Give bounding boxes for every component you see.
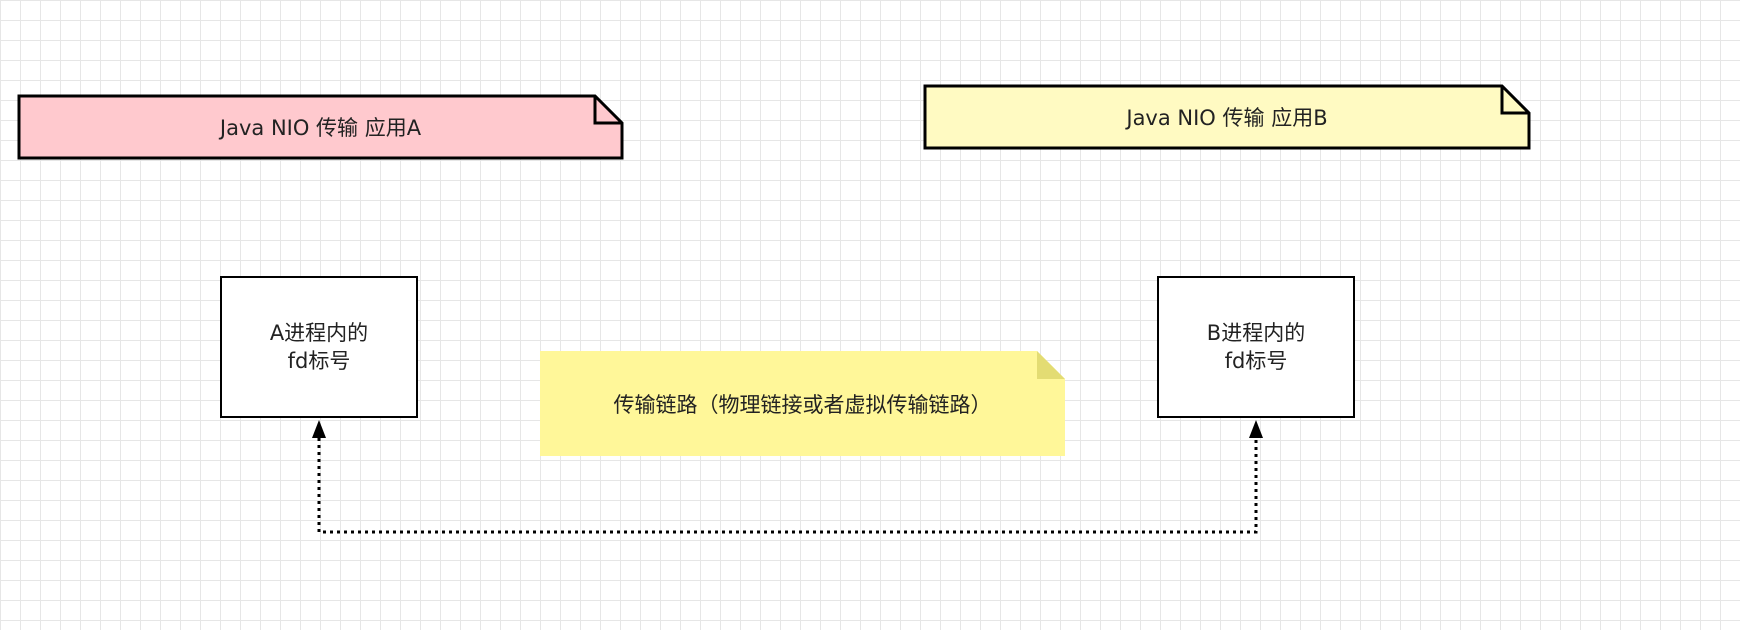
connector-line xyxy=(312,420,1263,534)
dotted-connector-path xyxy=(317,438,1258,534)
arrow-up-icon xyxy=(1249,420,1263,438)
diagram-canvas: Java NIO 传输 应用A Java NIO 传输 应用B A进程内的 fd… xyxy=(0,0,1740,630)
arrow-up-icon xyxy=(312,420,326,438)
